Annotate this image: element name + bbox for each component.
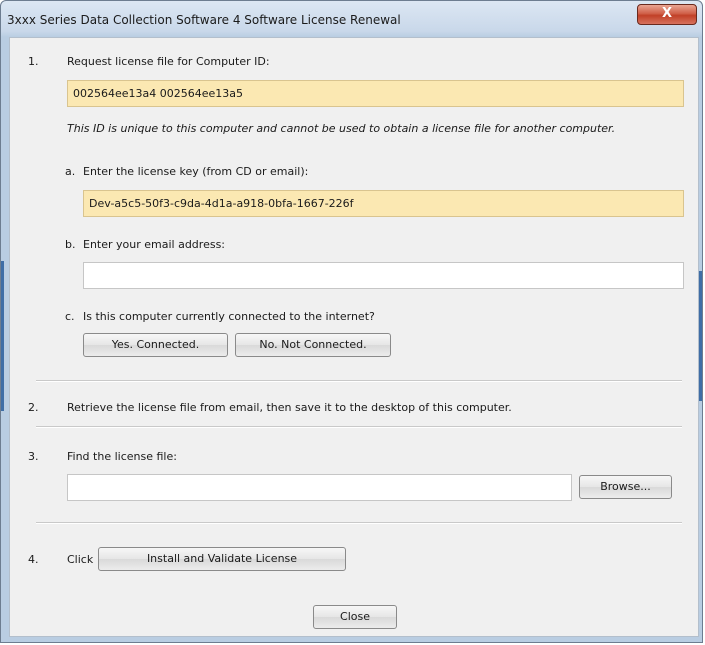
step3-label: Find the license file: bbox=[67, 450, 177, 463]
computer-id-field[interactable]: 002564ee13a4 002564ee13a5 bbox=[67, 80, 684, 107]
separator bbox=[36, 522, 682, 524]
step4-number: 4. bbox=[28, 553, 39, 566]
step1-label: Request license file for Computer ID: bbox=[67, 55, 270, 68]
window-edge-accent bbox=[699, 271, 702, 401]
step2-label: Retrieve the license file from email, th… bbox=[67, 401, 512, 414]
email-input[interactable] bbox=[83, 262, 684, 289]
license-file-path-input[interactable] bbox=[67, 474, 572, 501]
license-key-input[interactable]: Dev-a5c5-50f3-c9da-4d1a-a918-0bfa-1667-2… bbox=[83, 190, 684, 217]
license-key-label: Enter the license key (from CD or email)… bbox=[83, 165, 309, 178]
step2-number: 2. bbox=[28, 401, 39, 414]
step3-number: 3. bbox=[28, 450, 39, 463]
separator bbox=[36, 380, 682, 382]
no-not-connected-button[interactable]: No. Not Connected. bbox=[235, 333, 391, 357]
dialog-window: 3xxx Series Data Collection Software 4 S… bbox=[0, 0, 703, 643]
internet-question-label: Is this computer currently connected to … bbox=[83, 310, 375, 323]
close-button[interactable]: Close bbox=[313, 605, 397, 629]
email-label: Enter your email address: bbox=[83, 238, 226, 251]
separator bbox=[36, 426, 682, 428]
window-edge-accent bbox=[1, 261, 4, 411]
computer-id-note: This ID is unique to this computer and c… bbox=[67, 122, 616, 135]
window-close-button[interactable]: X bbox=[637, 4, 697, 25]
step4-label: Click bbox=[67, 553, 94, 566]
window-title: 3xxx Series Data Collection Software 4 S… bbox=[7, 13, 401, 27]
step1b-letter: b. bbox=[65, 238, 76, 251]
step1a-letter: a. bbox=[65, 165, 76, 178]
step1-number: 1. bbox=[28, 55, 39, 68]
step1c-letter: c. bbox=[65, 310, 75, 323]
dialog-client-area: 1. Request license file for Computer ID:… bbox=[9, 37, 699, 637]
yes-connected-button[interactable]: Yes. Connected. bbox=[83, 333, 228, 357]
install-validate-button[interactable]: Install and Validate License bbox=[98, 547, 346, 571]
browse-button[interactable]: Browse... bbox=[579, 475, 672, 499]
